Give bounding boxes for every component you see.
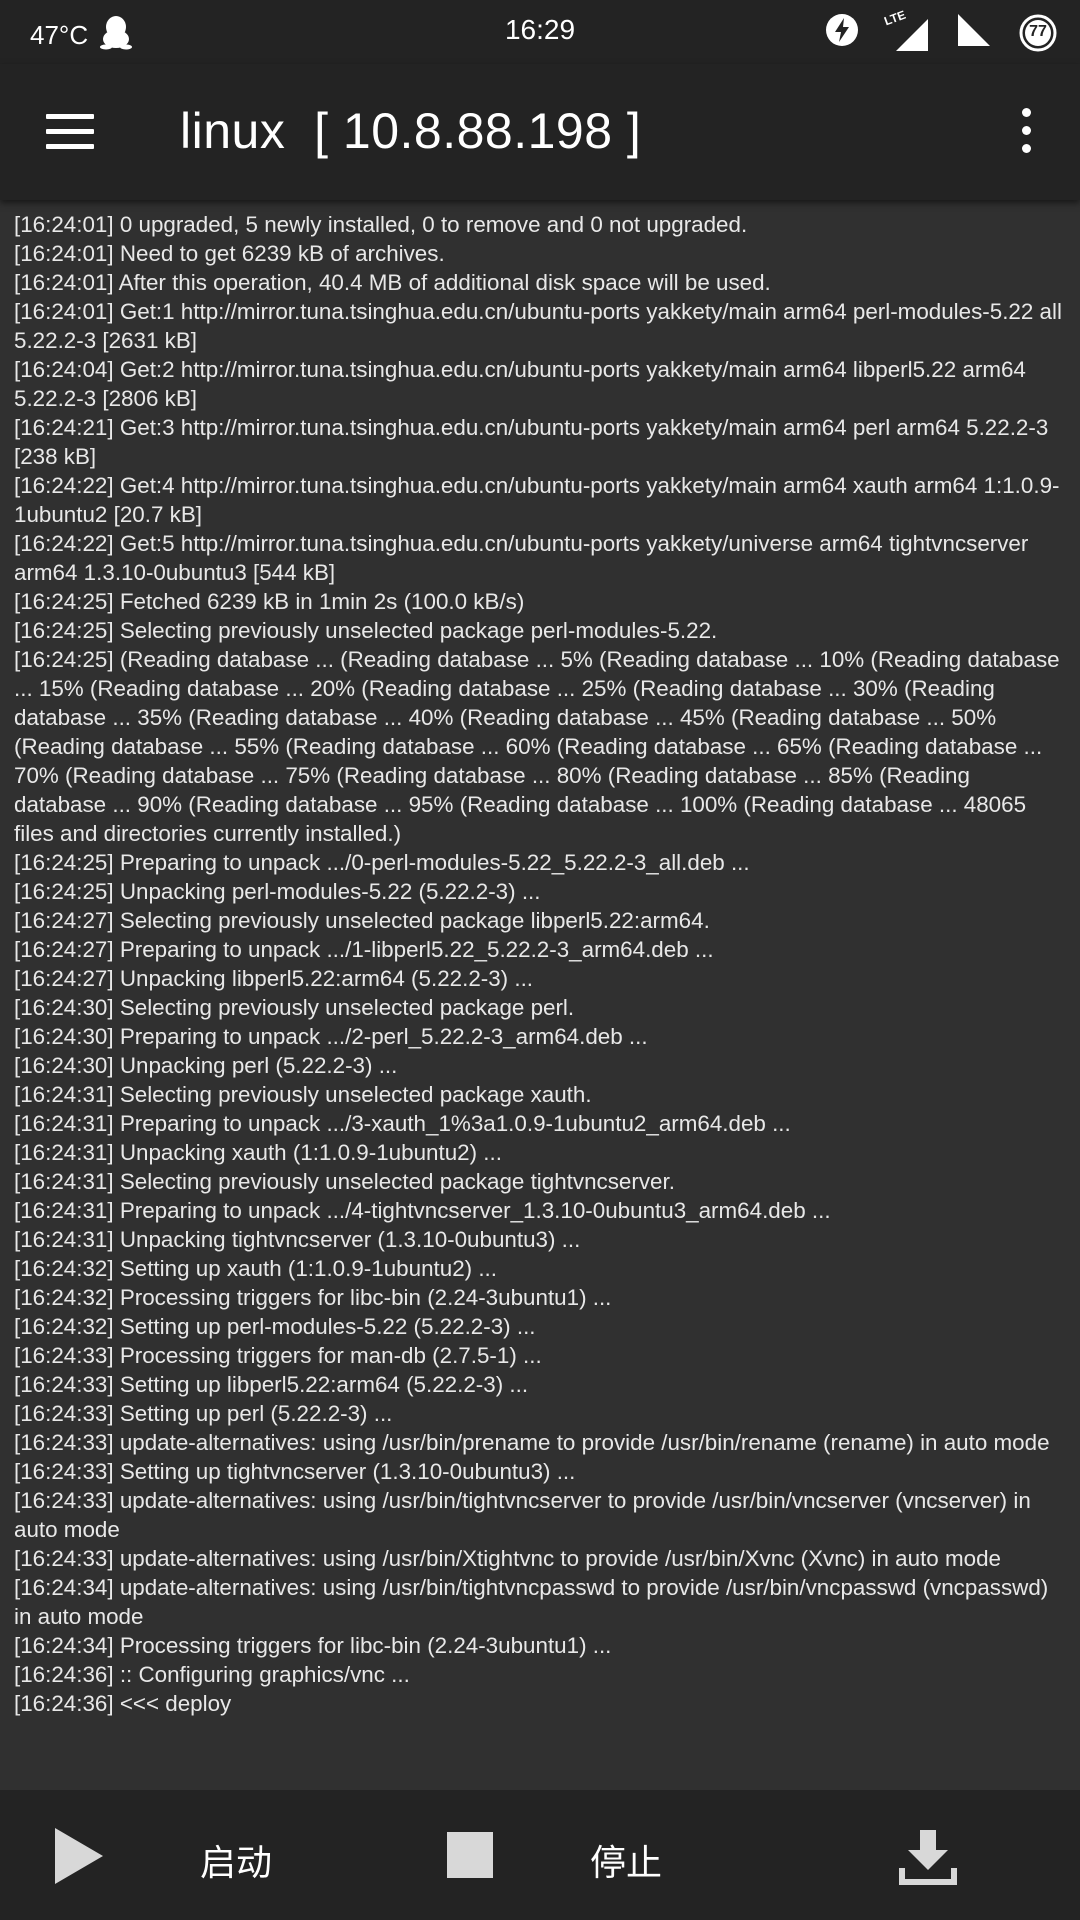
signal-icon bbox=[954, 10, 994, 55]
log-line: [16:24:33] Setting up tightvncserver (1.… bbox=[14, 1459, 576, 1484]
log-line: [16:24:27] Preparing to unpack .../1-lib… bbox=[14, 937, 714, 962]
bottom-toolbar: 启动 停止 bbox=[0, 1790, 1080, 1920]
log-line: [16:24:31] Selecting previously unselect… bbox=[14, 1169, 675, 1194]
log-line: [16:24:30] Preparing to unpack .../2-per… bbox=[14, 1024, 648, 1049]
status-right: LTE 77 bbox=[824, 7, 1058, 55]
log-line: [16:24:31] Selecting previously unselect… bbox=[14, 1082, 592, 1107]
log-line: [16:24:22] Get:5 http://mirror.tuna.tsin… bbox=[14, 531, 1029, 585]
download-button[interactable] bbox=[870, 1790, 1000, 1920]
hamburger-menu-icon[interactable] bbox=[46, 114, 94, 150]
log-line: [16:24:27] Selecting previously unselect… bbox=[14, 908, 710, 933]
play-icon bbox=[55, 1828, 103, 1884]
log-line: [16:24:32] Processing triggers for libc-… bbox=[14, 1285, 612, 1310]
log-line: [16:24:31] Unpacking tightvncserver (1.3… bbox=[14, 1227, 581, 1252]
lte-signal-icon: LTE bbox=[882, 7, 930, 53]
battery-level-text: 77 bbox=[1029, 22, 1047, 40]
log-line: [16:24:30] Unpacking perl (5.22.2-3) ... bbox=[14, 1053, 398, 1078]
log-line: [16:24:33] update-alternatives: using /u… bbox=[14, 1430, 1050, 1455]
battery-icon: 77 bbox=[1018, 13, 1058, 53]
log-line: [16:24:33] Setting up libperl5.22:arm64 … bbox=[14, 1372, 529, 1397]
log-line: [16:24:25] Preparing to unpack .../0-per… bbox=[14, 850, 750, 875]
log-line: [16:24:21] Get:3 http://mirror.tuna.tsin… bbox=[14, 415, 1049, 469]
stop-button[interactable]: 停止 bbox=[400, 1790, 730, 1920]
log-line: [16:24:33] update-alternatives: using /u… bbox=[14, 1546, 1001, 1571]
download-icon bbox=[899, 1830, 957, 1885]
start-label: 启动 bbox=[200, 1842, 273, 1883]
log-line: [16:24:36] <<< deploy bbox=[14, 1691, 232, 1716]
stop-label: 停止 bbox=[590, 1842, 663, 1883]
log-line: [16:24:33] Setting up perl (5.22.2-3) ..… bbox=[14, 1401, 393, 1426]
log-line: [16:24:31] Unpacking xauth (1:1.0.9-1ubu… bbox=[14, 1140, 502, 1165]
log-line: [16:24:36] :: Configuring graphics/vnc .… bbox=[14, 1662, 410, 1687]
log-line: [16:24:25] Fetched 6239 kB in 1min 2s (1… bbox=[14, 589, 525, 614]
log-line: [16:24:27] Unpacking libperl5.22:arm64 (… bbox=[14, 966, 534, 991]
log-output[interactable]: [16:24:01] 0 upgraded, 5 newly installed… bbox=[14, 210, 1066, 1790]
log-line: [16:24:04] Get:2 http://mirror.tuna.tsin… bbox=[14, 357, 1026, 411]
log-line: [16:24:34] update-alternatives: using /u… bbox=[14, 1575, 1049, 1629]
log-line: [16:24:31] Preparing to unpack .../3-xau… bbox=[14, 1111, 791, 1136]
log-line: [16:24:25] Selecting previously unselect… bbox=[14, 618, 718, 643]
log-line: [16:24:32] Setting up perl-modules-5.22 … bbox=[14, 1314, 536, 1339]
log-line: [16:24:01] Need to get 6239 kB of archiv… bbox=[14, 241, 445, 266]
status-bar: 47°C 16:29 LTE 77 bbox=[0, 0, 1080, 64]
log-line: [16:24:01] After this operation, 40.4 MB… bbox=[14, 270, 771, 295]
log-line: [16:24:22] Get:4 http://mirror.tuna.tsin… bbox=[14, 473, 1060, 527]
log-line: [16:24:31] Preparing to unpack .../4-tig… bbox=[14, 1198, 831, 1223]
log-line: [16:24:25] Unpacking perl-modules-5.22 (… bbox=[14, 879, 541, 904]
data-saver-icon bbox=[824, 12, 860, 53]
more-options-icon[interactable] bbox=[1022, 108, 1034, 156]
log-line: [16:24:01] 0 upgraded, 5 newly installed… bbox=[14, 212, 748, 237]
log-line: [16:24:33] Processing triggers for man-d… bbox=[14, 1343, 542, 1368]
page-title: linux [ 10.8.88.198 ] bbox=[180, 103, 642, 159]
log-line: [16:24:30] Selecting previously unselect… bbox=[14, 995, 575, 1020]
log-line: [16:24:01] Get:1 http://mirror.tuna.tsin… bbox=[14, 299, 1062, 353]
start-button[interactable]: 启动 bbox=[0, 1790, 330, 1920]
app-bar: linux [ 10.8.88.198 ] bbox=[0, 64, 1080, 200]
stop-icon bbox=[447, 1832, 493, 1878]
log-line: [16:24:32] Setting up xauth (1:1.0.9-1ub… bbox=[14, 1256, 497, 1281]
log-line: [16:24:33] update-alternatives: using /u… bbox=[14, 1488, 1031, 1542]
log-line: [16:24:25] (Reading database ... (Readin… bbox=[14, 647, 1060, 846]
log-line: [16:24:34] Processing triggers for libc-… bbox=[14, 1633, 612, 1658]
